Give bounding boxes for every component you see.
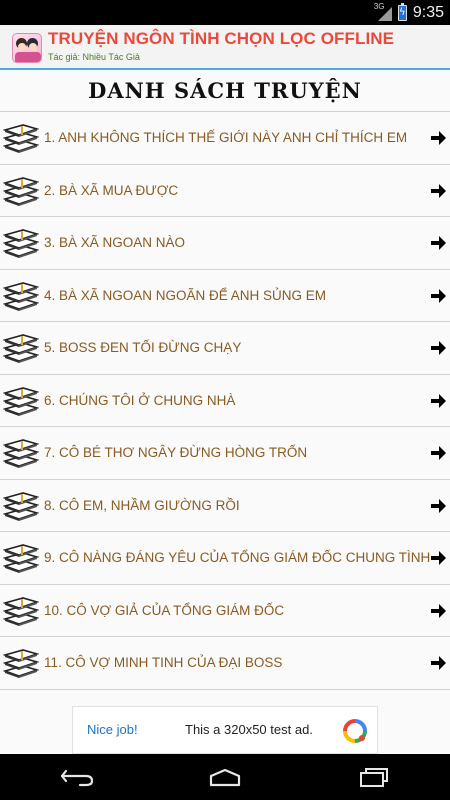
recent-apps-icon[interactable] bbox=[354, 762, 394, 792]
story-list-item[interactable]: 10. CÔ VỢ GIẢ CỦA TỔNG GIÁM ĐỐC bbox=[0, 584, 450, 637]
story-list-item[interactable]: 7. CÔ BÉ THƠ NGÂY ĐỪNG HÒNG TRỐN bbox=[0, 427, 450, 480]
book-stack-icon bbox=[3, 649, 39, 678]
story-title: 1. ANH KHÔNG THÍCH THẾ GIỚI NÀY ANH CHỈ … bbox=[44, 130, 408, 145]
ad-nice-label[interactable]: Nice job! bbox=[87, 707, 138, 753]
story-title: 6. CHÚNG TÔI Ở CHUNG NHÀ bbox=[44, 392, 236, 408]
action-bar: TRUYỆN NGÔN TÌNH CHỌN LỌC OFFLINE Tác gi… bbox=[0, 25, 450, 70]
story-list-item[interactable]: 1. ANH KHÔNG THÍCH THẾ GIỚI NÀY ANH CHỈ … bbox=[0, 112, 450, 165]
story-list[interactable]: 1. ANH KHÔNG THÍCH THẾ GIỚI NÀY ANH CHỈ … bbox=[0, 112, 450, 706]
story-list-item[interactable]: 2. BÀ XÃ MUA ĐƯỢC bbox=[0, 164, 450, 217]
app-subtitle: Tác giả: Nhiều Tác Giả bbox=[48, 52, 140, 62]
ad-logo-icon bbox=[343, 719, 367, 743]
status-time: 9:35 bbox=[412, 3, 444, 21]
list-heading: Danh sách truyện bbox=[88, 78, 362, 103]
story-title: 10. CÔ VỢ GIẢ CỦA TỔNG GIÁM ĐỐC bbox=[44, 602, 285, 618]
status-bar: 3G ϟ 9:35 bbox=[0, 0, 450, 25]
arrow-right-icon[interactable] bbox=[431, 551, 446, 565]
story-title: 2. BÀ XÃ MUA ĐƯỢC bbox=[44, 182, 179, 198]
navigation-bar bbox=[0, 754, 450, 800]
book-stack-icon bbox=[3, 229, 39, 258]
ad-text: This a 320x50 test ad. bbox=[185, 722, 313, 737]
arrow-right-icon[interactable] bbox=[431, 446, 446, 460]
book-stack-icon bbox=[3, 386, 39, 416]
book-stack-icon bbox=[3, 334, 39, 363]
battery-icon: ϟ bbox=[397, 2, 407, 21]
story-title: 11. CÔ VỢ MINH TINH CỦA ĐẠI BOSS bbox=[44, 655, 283, 670]
story-title: 4. BÀ XÃ NGOAN NGOÃN ĐỂ ANH SỦNG EM bbox=[44, 287, 327, 303]
story-list-item[interactable]: 6. CHÚNG TÔI Ở CHUNG NHÀ bbox=[0, 374, 450, 427]
story-list-item[interactable]: 11. CÔ VỢ MINH TINH CỦA ĐẠI BOSS bbox=[0, 637, 450, 690]
book-stack-icon bbox=[3, 281, 39, 311]
arrow-right-icon[interactable] bbox=[431, 131, 446, 145]
book-stack-icon bbox=[3, 491, 39, 521]
story-list-item[interactable]: 9. CÔ NÀNG ĐÁNG YÊU CỦA TỔNG GIÁM ĐỐC CH… bbox=[0, 532, 450, 585]
book-stack-icon bbox=[3, 439, 39, 468]
app-logo-icon[interactable] bbox=[12, 33, 42, 63]
story-title: 7. CÔ BÉ THƠ NGÂY ĐỪNG HÒNG TRỐN bbox=[44, 445, 308, 460]
arrow-right-icon[interactable] bbox=[431, 498, 446, 513]
arrow-right-icon[interactable] bbox=[431, 393, 446, 408]
story-title: 8. CÔ EM, NHẦM GIƯỜNG RỒI bbox=[44, 497, 240, 513]
arrow-right-icon[interactable] bbox=[431, 341, 446, 355]
arrow-right-icon[interactable] bbox=[431, 288, 446, 303]
arrow-right-icon[interactable] bbox=[431, 656, 446, 670]
home-icon[interactable] bbox=[205, 762, 245, 792]
back-icon[interactable] bbox=[57, 762, 97, 792]
story-list-item[interactable]: 4. BÀ XÃ NGOAN NGOÃN ĐỂ ANH SỦNG EM bbox=[0, 269, 450, 322]
book-stack-icon bbox=[3, 176, 39, 206]
story-list-item[interactable]: 8. CÔ EM, NHẦM GIƯỜNG RỒI bbox=[0, 479, 450, 532]
arrow-right-icon[interactable] bbox=[431, 603, 446, 618]
arrow-right-icon[interactable] bbox=[431, 236, 446, 250]
story-title: 3. BÀ XÃ NGOAN NÀO bbox=[44, 235, 186, 250]
story-title: 5. BOSS ĐEN TỐI ĐỪNG CHẠY bbox=[44, 340, 242, 355]
book-stack-icon bbox=[3, 124, 39, 153]
book-stack-icon bbox=[3, 544, 39, 573]
ad-banner[interactable]: Nice job! This a 320x50 test ad. bbox=[72, 706, 378, 754]
signal-icon: 3G bbox=[374, 2, 392, 21]
status-icons: 3G ϟ 9:35 bbox=[374, 0, 444, 25]
book-stack-icon bbox=[3, 596, 39, 626]
app-title: TRUYỆN NGÔN TÌNH CHỌN LỌC OFFLINE bbox=[48, 29, 395, 48]
story-list-item[interactable]: 3. BÀ XÃ NGOAN NÀO bbox=[0, 217, 450, 270]
story-list-item[interactable]: 5. BOSS ĐEN TỐI ĐỪNG CHẠY bbox=[0, 322, 450, 375]
story-title: 9. CÔ NÀNG ĐÁNG YÊU CỦA TỔNG GIÁM ĐỐC CH… bbox=[44, 550, 431, 565]
arrow-right-icon[interactable] bbox=[431, 183, 446, 198]
